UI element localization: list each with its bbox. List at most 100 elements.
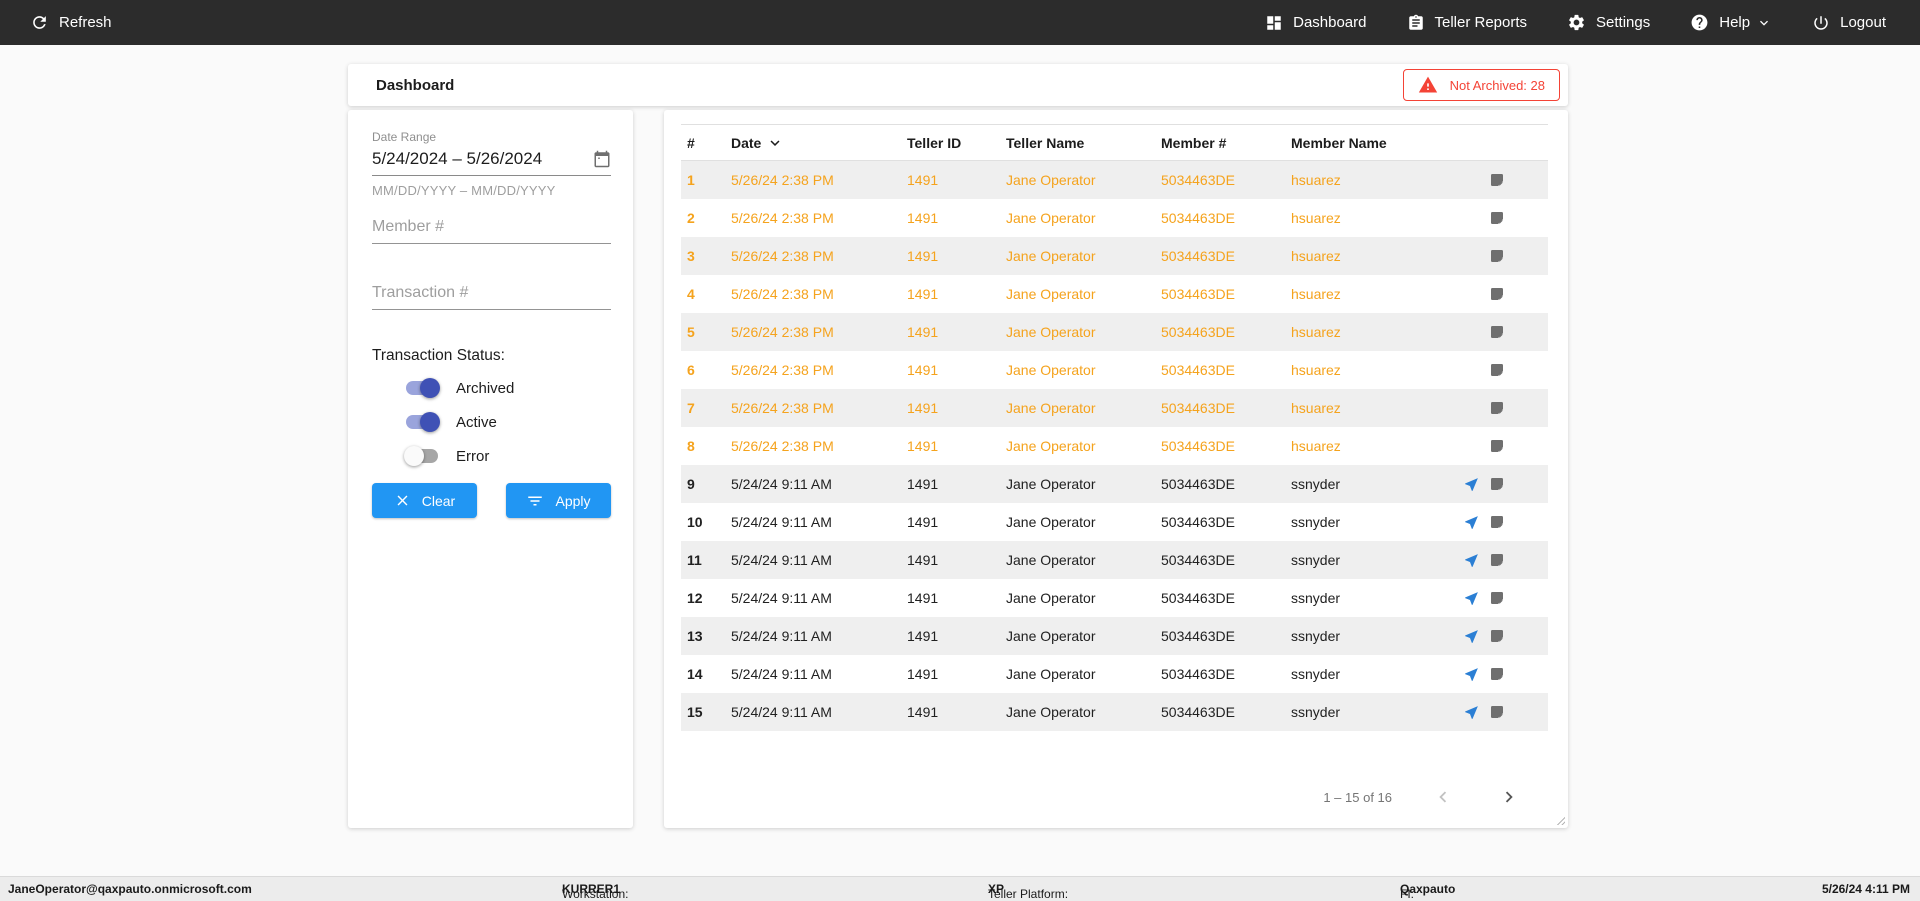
row-member-name: hsuarez (1291, 438, 1341, 454)
row-number: 9 (687, 476, 695, 492)
row-number: 10 (687, 514, 703, 530)
table-row[interactable]: 1 5/26/24 2:38 PM 1491 Jane Operator 503… (681, 161, 1548, 199)
nav-teller-reports[interactable]: Teller Reports (1407, 14, 1527, 32)
note-icon[interactable] (1489, 438, 1505, 454)
note-icon[interactable] (1489, 514, 1505, 530)
table-row[interactable]: 11 5/24/24 9:11 AM 1491 Jane Operator 50… (681, 541, 1548, 579)
row-member-number: 5034463DE (1161, 590, 1235, 606)
next-page-button[interactable] (1494, 786, 1524, 808)
table-row[interactable]: 15 5/24/24 9:11 AM 1491 Jane Operator 50… (681, 693, 1548, 731)
note-icon[interactable] (1489, 210, 1505, 226)
row-date: 5/24/24 9:11 AM (731, 552, 832, 568)
row-number: 6 (687, 362, 695, 378)
table-row[interactable]: 9 5/24/24 9:11 AM 1491 Jane Operator 503… (681, 465, 1548, 503)
member-number-input[interactable] (372, 214, 611, 244)
row-teller-id: 1491 (907, 628, 939, 644)
table-row[interactable]: 2 5/26/24 2:38 PM 1491 Jane Operator 503… (681, 199, 1548, 237)
toggle-switch[interactable] (404, 378, 440, 398)
nav-dashboard[interactable]: Dashboard (1265, 14, 1367, 32)
row-teller-id: 1491 (907, 476, 939, 492)
send-icon[interactable] (1463, 514, 1480, 531)
nav-logout-label: Logout (1840, 14, 1886, 31)
row-teller-id: 1491 (907, 666, 939, 682)
note-icon[interactable] (1489, 324, 1505, 340)
table-row[interactable]: 14 5/24/24 9:11 AM 1491 Jane Operator 50… (681, 655, 1548, 693)
clear-button[interactable]: Clear (372, 483, 477, 518)
toggle-error[interactable]: Error (404, 446, 611, 466)
date-range-input[interactable] (372, 149, 587, 169)
toggle-archived[interactable]: Archived (404, 378, 611, 398)
transaction-number-input[interactable] (372, 280, 611, 310)
note-icon[interactable] (1489, 248, 1505, 264)
row-member-number: 5034463DE (1161, 248, 1235, 264)
note-icon[interactable] (1489, 666, 1505, 682)
row-number: 8 (687, 438, 695, 454)
note-icon[interactable] (1489, 400, 1505, 416)
prev-page-button[interactable] (1428, 786, 1458, 808)
table-row[interactable]: 5 5/26/24 2:38 PM 1491 Jane Operator 503… (681, 313, 1548, 351)
row-teller-id: 1491 (907, 362, 939, 378)
send-icon[interactable] (1463, 666, 1480, 683)
apply-button[interactable]: Apply (506, 483, 611, 518)
row-teller-id: 1491 (907, 514, 939, 530)
page-title: Dashboard (376, 76, 455, 94)
column-header-teller-id[interactable]: Teller ID (907, 135, 1006, 151)
note-icon[interactable] (1489, 286, 1505, 302)
row-number: 12 (687, 590, 703, 606)
row-number: 14 (687, 666, 703, 682)
row-teller-name: Jane Operator (1006, 210, 1096, 226)
table-row[interactable]: 3 5/26/24 2:38 PM 1491 Jane Operator 503… (681, 237, 1548, 275)
not-archived-badge[interactable]: Not Archived: 28 (1402, 69, 1560, 101)
note-icon[interactable] (1489, 628, 1505, 644)
send-icon[interactable] (1463, 704, 1480, 721)
toggle-switch[interactable] (404, 412, 440, 432)
power-icon (1812, 14, 1830, 32)
column-header-member-name[interactable]: Member Name (1291, 135, 1463, 151)
nav-help[interactable]: Help (1690, 13, 1772, 32)
table-row[interactable]: 6 5/26/24 2:38 PM 1491 Jane Operator 503… (681, 351, 1548, 389)
table-row[interactable]: 10 5/24/24 9:11 AM 1491 Jane Operator 50… (681, 503, 1548, 541)
toggle-switch[interactable] (404, 446, 440, 466)
dashboard-icon (1265, 14, 1283, 32)
note-icon[interactable] (1489, 172, 1505, 188)
calendar-icon[interactable] (593, 150, 611, 168)
row-teller-name: Jane Operator (1006, 324, 1096, 340)
row-date: 5/26/24 2:38 PM (731, 248, 834, 264)
refresh-icon (30, 13, 49, 32)
send-icon[interactable] (1463, 628, 1480, 645)
resize-handle[interactable] (1554, 814, 1565, 825)
note-icon[interactable] (1489, 590, 1505, 606)
nav-logout[interactable]: Logout (1812, 14, 1886, 32)
row-teller-id: 1491 (907, 704, 939, 720)
table-row[interactable]: 13 5/24/24 9:11 AM 1491 Jane Operator 50… (681, 617, 1548, 655)
nav-right-group: Dashboard Teller Reports Settings Help L… (1265, 13, 1886, 32)
row-teller-name: Jane Operator (1006, 286, 1096, 302)
row-date: 5/24/24 9:11 AM (731, 704, 832, 720)
send-icon[interactable] (1463, 476, 1480, 493)
column-header-date[interactable]: Date (731, 134, 907, 152)
row-teller-name: Jane Operator (1006, 514, 1096, 530)
note-icon[interactable] (1489, 476, 1505, 492)
refresh-button[interactable]: Refresh (30, 13, 112, 32)
row-member-number: 5034463DE (1161, 400, 1235, 416)
column-header-member-num[interactable]: Member # (1161, 135, 1291, 151)
send-icon[interactable] (1463, 590, 1480, 607)
note-icon[interactable] (1489, 704, 1505, 720)
toggle-active[interactable]: Active (404, 412, 611, 432)
note-icon[interactable] (1489, 552, 1505, 568)
column-header-num[interactable]: # (687, 135, 731, 151)
table-row[interactable]: 7 5/26/24 2:38 PM 1491 Jane Operator 503… (681, 389, 1548, 427)
column-header-teller-name[interactable]: Teller Name (1006, 135, 1161, 151)
nav-settings[interactable]: Settings (1567, 13, 1650, 32)
note-icon[interactable] (1489, 362, 1505, 378)
status-toggle-label: Archived (456, 379, 515, 397)
table-row[interactable]: 8 5/26/24 2:38 PM 1491 Jane Operator 503… (681, 427, 1548, 465)
warning-icon (1418, 75, 1438, 95)
row-member-name: ssnyder (1291, 704, 1341, 720)
row-teller-name: Jane Operator (1006, 666, 1096, 682)
clear-button-label: Clear (421, 492, 456, 509)
table-row[interactable]: 4 5/26/24 2:38 PM 1491 Jane Operator 503… (681, 275, 1548, 313)
table-row[interactable]: 12 5/24/24 9:11 AM 1491 Jane Operator 50… (681, 579, 1548, 617)
send-icon[interactable] (1463, 552, 1480, 569)
row-member-number: 5034463DE (1161, 286, 1235, 302)
